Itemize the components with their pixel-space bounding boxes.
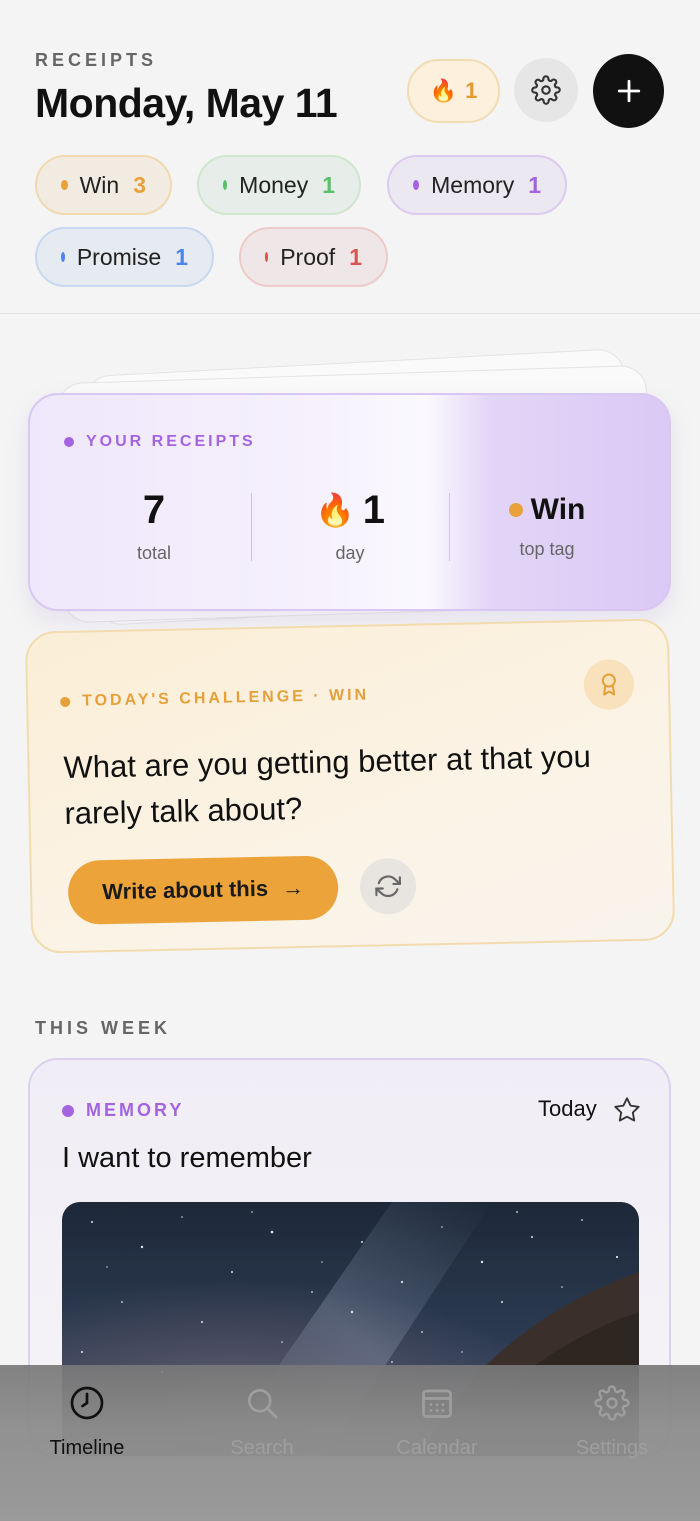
gear-icon — [594, 1385, 630, 1421]
refresh-challenge-button[interactable] — [359, 857, 417, 915]
tag-count: 1 — [349, 243, 362, 270]
tag-label: Money — [239, 171, 309, 198]
challenge-question: What are you getting better at that you … — [63, 738, 592, 831]
stat-total-label: total — [136, 543, 172, 563]
entry-title: I want to remember — [62, 1142, 312, 1174]
tag-chip-win[interactable]: Win 3 — [35, 155, 172, 215]
summary-label-text: YOUR RECEIPTS — [86, 433, 256, 450]
stat-streak-value: 1 — [362, 487, 386, 532]
tag-label: Memory — [431, 171, 515, 198]
tag-chip-proof[interactable]: Proof 1 — [239, 227, 388, 287]
summary-label: YOUR RECEIPTS — [64, 433, 256, 451]
clock-icon — [70, 1386, 104, 1420]
tag-count: 1 — [322, 171, 335, 198]
daily-challenge-card: TODAY'S CHALLENGE · WIN What are you get… — [24, 618, 676, 954]
tag-label: Promise — [76, 243, 162, 270]
challenge-dot — [60, 696, 71, 708]
entry-tag: MEMORY — [62, 1100, 184, 1121]
tag-count: 1 — [175, 243, 188, 270]
tab-settings[interactable]: Settings — [537, 1383, 687, 1460]
page-title: Monday, May 11 — [35, 80, 338, 126]
write-about-this-button[interactable]: Write about this → — [67, 855, 339, 925]
tab-calendar[interactable]: Calendar — [362, 1383, 512, 1460]
tag-dot — [223, 180, 228, 190]
tab-timeline[interactable]: Timeline — [12, 1383, 162, 1460]
entry-tag-dot — [62, 1104, 74, 1117]
calendar-icon — [422, 1389, 452, 1418]
tag-dot — [61, 252, 65, 262]
tab-label: Search — [230, 1437, 294, 1459]
award-button[interactable] — [583, 659, 635, 711]
summary-dot — [64, 437, 74, 447]
receipts-summary-card[interactable]: YOUR RECEIPTS 7 total 🔥 1 day Win top ta… — [28, 393, 671, 611]
gear-icon — [531, 75, 561, 105]
stat-streak: 🔥 1 day — [250, 485, 450, 564]
settings-button[interactable] — [514, 58, 578, 122]
star-icon — [614, 1097, 640, 1122]
tag-chip-memory[interactable]: Memory 1 — [387, 155, 567, 215]
streak-count: 1 — [465, 78, 478, 103]
entry-tag-label: MEMORY — [86, 1100, 185, 1120]
section-eyebrow: RECEIPTS — [35, 50, 158, 70]
entry-date: Today — [538, 1096, 597, 1121]
fire-icon: 🔥 — [429, 78, 458, 103]
stat-top-tag: Win top tag — [447, 485, 647, 560]
favorite-button[interactable] — [613, 1096, 641, 1129]
arrow-right-icon: → — [281, 874, 305, 901]
tab-label: Settings — [575, 1437, 649, 1459]
header: RECEIPTS Monday, May 11 🔥 1 Win 3 Money … — [0, 0, 700, 314]
refresh-icon — [375, 875, 402, 898]
plus-icon — [617, 79, 640, 103]
tag-dot — [413, 180, 420, 190]
tag-dot — [61, 180, 68, 190]
add-receipt-button[interactable] — [593, 54, 664, 128]
tag-chip-money[interactable]: Money 1 — [197, 155, 361, 215]
award-icon — [601, 673, 616, 696]
tag-label: Win — [79, 171, 120, 198]
bottom-tab-bar: Timeline Search Calendar Settings — [0, 1365, 700, 1521]
write-button-label: Write about this — [101, 875, 269, 905]
tag-count: 1 — [528, 171, 541, 198]
tab-search[interactable]: Search — [187, 1383, 337, 1460]
top-tag-dot — [508, 503, 523, 517]
stat-streak-label: day — [335, 543, 365, 563]
tag-label: Proof — [280, 243, 336, 270]
stat-total: 7 total — [54, 485, 254, 564]
tab-label: Calendar — [396, 1437, 478, 1459]
tag-count: 3 — [133, 171, 146, 198]
stat-total-value: 7 — [142, 487, 166, 532]
streak-button[interactable]: 🔥 1 — [407, 59, 500, 123]
tag-chip-promise[interactable]: Promise 1 — [35, 227, 214, 287]
challenge-label-text: TODAY'S CHALLENGE · WIN — [81, 686, 370, 710]
stat-top-tag-label: top tag — [519, 539, 575, 559]
this-week-heading: THIS WEEK — [35, 1018, 172, 1038]
tag-dot — [265, 252, 269, 262]
tab-label: Timeline — [49, 1437, 125, 1459]
challenge-label: TODAY'S CHALLENGE · WIN — [60, 687, 369, 711]
search-icon — [247, 1388, 278, 1419]
fire-icon: 🔥 — [314, 492, 355, 528]
stat-top-tag-value: Win — [530, 493, 586, 526]
